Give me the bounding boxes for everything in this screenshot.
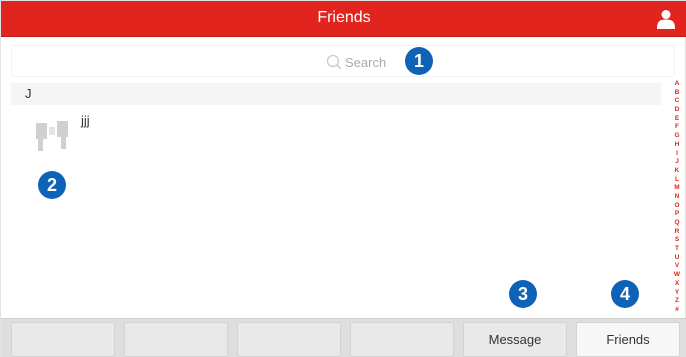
user-icon[interactable] bbox=[657, 9, 675, 29]
alpha-index-letter[interactable]: H bbox=[675, 141, 680, 148]
alpha-index-letter[interactable]: G bbox=[674, 132, 679, 139]
blank-tab[interactable] bbox=[237, 322, 341, 357]
alphabet-index[interactable]: A B C D E F G H I J K L M N O P Q R S T U V W X Y Z # bbox=[671, 80, 683, 313]
alpha-index-letter[interactable]: A bbox=[675, 80, 680, 87]
callout-3: 3 bbox=[509, 280, 537, 308]
section-letter: J bbox=[25, 86, 32, 101]
alpha-index-letter[interactable]: Z bbox=[675, 297, 679, 304]
friends-tab[interactable]: Friends bbox=[576, 322, 680, 357]
blank-tab[interactable] bbox=[124, 322, 228, 357]
alpha-index-letter[interactable]: V bbox=[675, 263, 679, 270]
alpha-index-letter[interactable]: J bbox=[675, 158, 679, 165]
app-window: Friends J jjj ABCDEFGHIJKLMNOPQRSTUVWXYZ… bbox=[0, 0, 686, 357]
blank-tab[interactable] bbox=[350, 322, 454, 357]
alpha-index-letter[interactable]: T bbox=[675, 245, 679, 252]
alpha-index-letter[interactable]: N bbox=[675, 193, 680, 200]
search-field-content bbox=[324, 53, 415, 71]
callout-1: 1 bbox=[405, 47, 433, 75]
bottom-toolbar: Message Friends bbox=[1, 318, 686, 357]
alpha-index-letter[interactable]: R bbox=[675, 228, 680, 235]
contact-name: jjj bbox=[81, 113, 90, 128]
alpha-index-letter[interactable]: X bbox=[675, 280, 679, 287]
title-bar: Friends bbox=[1, 1, 686, 37]
alpha-index-letter[interactable]: I bbox=[676, 150, 678, 157]
alpha-index-letter[interactable]: F bbox=[675, 124, 679, 131]
alpha-index-letter[interactable]: U bbox=[675, 254, 680, 261]
contact-item[interactable]: jjj bbox=[19, 111, 139, 157]
avatar-icon bbox=[36, 121, 68, 151]
callout-2: 2 bbox=[38, 171, 66, 199]
alpha-index-letter[interactable]: K bbox=[675, 167, 680, 174]
alpha-index-letter[interactable]: B bbox=[675, 89, 680, 96]
alpha-index-letter[interactable]: O bbox=[674, 202, 679, 209]
alpha-index-letter[interactable]: Q bbox=[674, 219, 679, 226]
blank-tab[interactable] bbox=[11, 322, 115, 357]
alpha-index-letter[interactable]: P bbox=[675, 211, 679, 218]
alpha-index-letter[interactable]: S bbox=[675, 237, 679, 244]
page-title: Friends bbox=[317, 9, 371, 26]
section-header: J bbox=[11, 83, 661, 105]
alpha-index-letter[interactable]: L bbox=[675, 176, 679, 183]
alpha-index-letter[interactable]: M bbox=[674, 185, 679, 192]
message-tab[interactable]: Message bbox=[463, 322, 567, 357]
alpha-index-letter[interactable]: # bbox=[675, 306, 679, 313]
callout-4: 4 bbox=[611, 280, 639, 308]
search-icon bbox=[326, 54, 342, 70]
alpha-index-letter[interactable]: W bbox=[674, 271, 680, 278]
search-bar[interactable] bbox=[11, 45, 675, 77]
alpha-index-letter[interactable]: E bbox=[675, 115, 679, 122]
alpha-index-letter[interactable]: Y bbox=[675, 289, 679, 296]
alpha-index-letter[interactable]: C bbox=[675, 98, 680, 105]
alpha-index-letter[interactable]: D bbox=[675, 106, 680, 113]
